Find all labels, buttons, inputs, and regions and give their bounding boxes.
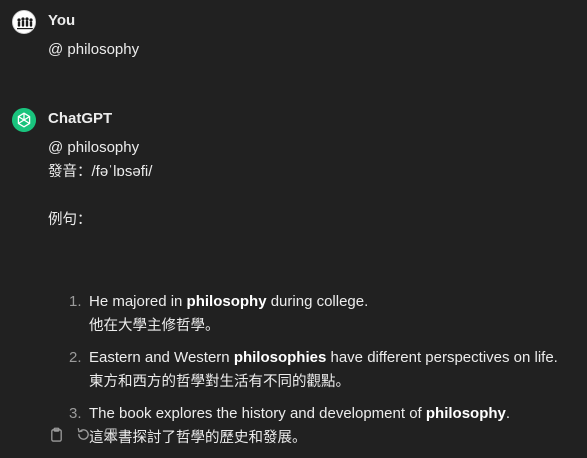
- message-actions: [48, 426, 119, 443]
- example-sentence: Eastern and Western philosophies have di…: [89, 346, 558, 370]
- thumbs-down-icon: [104, 428, 117, 442]
- example-translation: 這本書探討了哲學的歷史和發展。: [89, 430, 307, 446]
- regenerate-button[interactable]: [75, 426, 92, 443]
- pronunciation-value: /fəˈlɒsəfi/: [91, 163, 153, 180]
- list-item: 2. Eastern and Western philosophies have…: [48, 346, 558, 394]
- copy-button[interactable]: [48, 426, 65, 443]
- example-text: during college.: [266, 293, 369, 310]
- examples-list: 1. He majored in philosophy during colle…: [48, 290, 558, 458]
- example-text: .: [505, 405, 511, 422]
- user-author-name: You: [48, 12, 76, 29]
- assistant-author-name: ChatGPT: [48, 110, 113, 127]
- example-text: He majored in: [89, 293, 187, 310]
- openai-logo-icon: [12, 108, 36, 132]
- user-message-line: @ philosophy: [48, 41, 140, 58]
- examples-label: 例句：: [48, 212, 92, 228]
- example-translation: 東方和西方的哲學對生活有不同的觀點。: [89, 374, 350, 390]
- example-text: have different perspectives on life.: [326, 349, 558, 366]
- list-item: 3. The book explores the history and dev…: [48, 402, 558, 450]
- user-message-text: @ philosophy: [48, 38, 567, 62]
- list-item-number: 3.: [69, 405, 82, 422]
- clipboard-icon: [51, 427, 62, 442]
- assistant-message-content: @ philosophy 發音：/fəˈlɒsəfi/ 例句： 1. He ma…: [48, 136, 567, 446]
- example-text: The book explores the history and develo…: [89, 405, 426, 422]
- example-sentence: He majored in philosophy during college.: [89, 290, 558, 314]
- example-text: Eastern and Western: [89, 349, 234, 366]
- example-translation: 他在大學主修哲學。: [89, 318, 220, 334]
- list-item-number: 1.: [69, 293, 82, 310]
- list-item-number: 2.: [69, 349, 82, 366]
- example-sentence: The book explores the history and develo…: [89, 402, 558, 426]
- example-keyword: philosophies: [233, 349, 327, 366]
- example-keyword: philosophy: [186, 293, 267, 310]
- example-keyword: philosophy: [425, 405, 506, 422]
- user-avatar-icon: [12, 10, 36, 34]
- thumbs-down-button[interactable]: [102, 426, 119, 443]
- assistant-query-line: @ philosophy: [48, 139, 140, 156]
- pronunciation-line: 發音：/fəˈlɒsəfi/: [48, 160, 567, 184]
- refresh-icon: [77, 428, 89, 440]
- pronunciation-label: 發音：: [48, 164, 92, 180]
- list-item: 1. He majored in philosophy during colle…: [48, 290, 558, 338]
